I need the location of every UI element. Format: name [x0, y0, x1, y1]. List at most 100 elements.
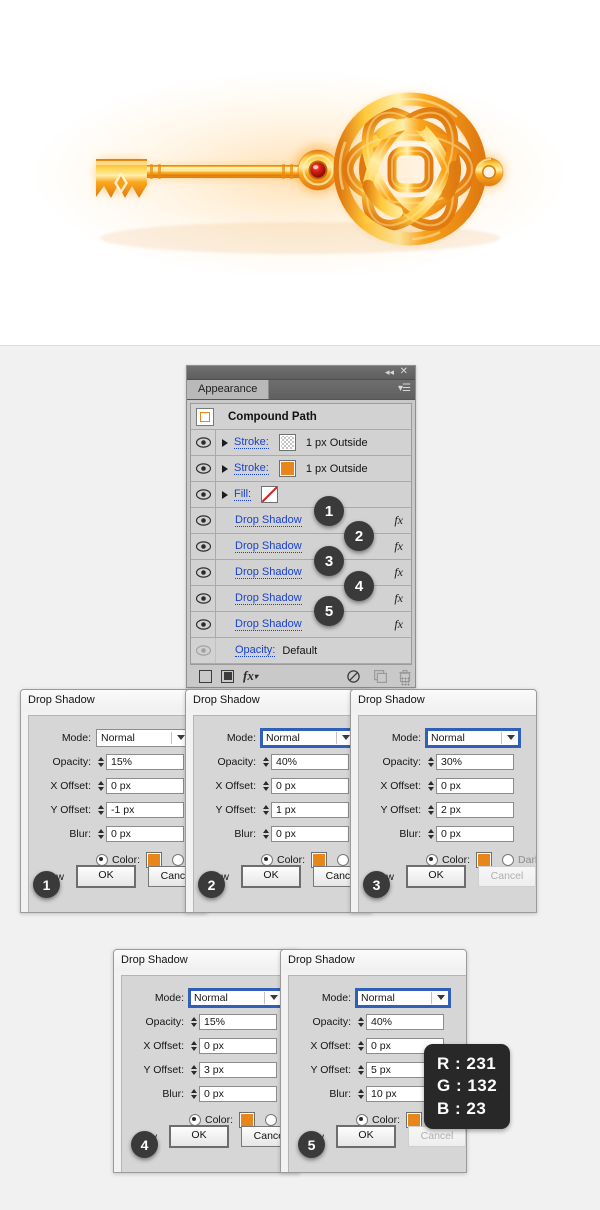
- blend-mode-select[interactable]: Normal: [355, 988, 451, 1008]
- visibility-toggle-icon[interactable]: [191, 456, 216, 481]
- close-panel-icon[interactable]: ✕: [400, 366, 408, 377]
- add-new-stroke-icon[interactable]: [199, 669, 212, 683]
- x-offset-input[interactable]: 0 px: [436, 778, 514, 794]
- effect-link-label[interactable]: Drop Shadow: [235, 540, 302, 553]
- x-offset-stepper[interactable]: [261, 778, 271, 794]
- blur-input[interactable]: 0 px: [106, 826, 184, 842]
- appearance-row-stroke-1[interactable]: Stroke: 1 px Outside: [191, 430, 411, 456]
- effect-link-label[interactable]: Drop Shadow: [235, 618, 302, 631]
- opacity-stepper[interactable]: [189, 1014, 199, 1030]
- expand-triangle-icon[interactable]: [216, 464, 234, 473]
- visibility-toggle-icon[interactable]: [191, 638, 216, 663]
- appearance-row-opacity[interactable]: Opacity: Default: [191, 638, 411, 664]
- x-offset-stepper[interactable]: [426, 778, 436, 794]
- ok-button[interactable]: OK: [406, 865, 466, 888]
- resize-grip[interactable]: [401, 677, 410, 686]
- opacity-input[interactable]: 40%: [271, 754, 349, 770]
- blend-mode-select[interactable]: Normal: [188, 988, 284, 1008]
- blur-stepper[interactable]: [189, 1086, 199, 1102]
- stroke-gradient-swatch[interactable]: [278, 434, 296, 451]
- y-offset-stepper[interactable]: [356, 1062, 366, 1078]
- fill-none-swatch[interactable]: [261, 486, 279, 503]
- visibility-toggle-icon[interactable]: [191, 534, 216, 559]
- fx-options-icon[interactable]: fx: [394, 617, 403, 632]
- appearance-row-drop-shadow-2[interactable]: Drop Shadow fx: [191, 534, 411, 560]
- appearance-row-drop-shadow-4[interactable]: Drop Shadow fx: [191, 586, 411, 612]
- y-offset-input[interactable]: 3 px: [199, 1062, 277, 1078]
- visibility-toggle-icon[interactable]: [191, 612, 216, 637]
- appearance-row-stroke-2[interactable]: Stroke: 1 px Outside: [191, 456, 411, 482]
- blur-input[interactable]: 0 px: [271, 826, 349, 842]
- add-new-fill-icon[interactable]: [221, 669, 234, 683]
- appearance-row-drop-shadow-5[interactable]: Drop Shadow fx: [191, 612, 411, 638]
- blur-input[interactable]: 0 px: [199, 1086, 277, 1102]
- blend-mode-select[interactable]: Normal: [260, 728, 356, 748]
- y-offset-stepper[interactable]: [96, 802, 106, 818]
- visibility-toggle-icon[interactable]: [191, 560, 216, 585]
- blur-stepper[interactable]: [261, 826, 271, 842]
- x-offset-stepper[interactable]: [356, 1038, 366, 1054]
- y-offset-input[interactable]: -1 px: [106, 802, 184, 818]
- collapse-panel-icon[interactable]: ◂◂: [385, 367, 394, 378]
- appearance-row-drop-shadow-3[interactable]: Drop Shadow fx: [191, 560, 411, 586]
- add-new-effect-icon[interactable]: fx ▾: [243, 668, 258, 684]
- x-offset-stepper[interactable]: [96, 778, 106, 794]
- blur-stepper[interactable]: [426, 826, 436, 842]
- opacity-stepper[interactable]: [356, 1014, 366, 1030]
- y-offset-stepper[interactable]: [189, 1062, 199, 1078]
- blend-mode-select[interactable]: Normal: [96, 729, 190, 747]
- stroke-link-label[interactable]: Stroke:: [234, 462, 269, 475]
- duplicate-item-icon[interactable]: [374, 669, 387, 683]
- ok-button[interactable]: OK: [241, 865, 301, 888]
- cancel-button[interactable]: Cancel: [478, 866, 536, 887]
- effect-link-label[interactable]: Drop Shadow: [235, 514, 302, 527]
- opacity-link-label[interactable]: Opacity:: [235, 644, 276, 657]
- x-offset-input[interactable]: 0 px: [106, 778, 184, 794]
- fx-options-icon[interactable]: fx: [394, 513, 403, 528]
- tab-appearance[interactable]: Appearance: [187, 380, 270, 399]
- opacity-input[interactable]: 40%: [366, 1014, 444, 1030]
- appearance-object-row[interactable]: Compound Path: [191, 404, 411, 430]
- visibility-toggle-icon[interactable]: [191, 586, 216, 611]
- stroke-link-label[interactable]: Stroke:: [234, 436, 269, 449]
- opacity-input[interactable]: 30%: [436, 754, 514, 770]
- appearance-row-fill[interactable]: Fill:: [191, 482, 411, 508]
- expand-triangle-icon[interactable]: [216, 438, 234, 447]
- y-offset-input[interactable]: 2 px: [436, 802, 514, 818]
- opacity-input[interactable]: 15%: [106, 754, 184, 770]
- stroke-color-swatch[interactable]: [278, 460, 296, 477]
- panel-menu-icon[interactable]: ▾☰: [398, 383, 411, 395]
- x-offset-input[interactable]: 0 px: [271, 778, 349, 794]
- blur-label: Blur:: [234, 828, 256, 840]
- step-badge-1: 1: [314, 496, 344, 526]
- x-offset-input[interactable]: 0 px: [199, 1038, 277, 1054]
- visibility-toggle-icon[interactable]: [191, 508, 216, 533]
- blur-stepper[interactable]: [356, 1086, 366, 1102]
- expand-triangle-icon[interactable]: [216, 490, 234, 499]
- effect-link-label[interactable]: Drop Shadow: [235, 566, 302, 579]
- opacity-stepper[interactable]: [426, 754, 436, 770]
- blend-mode-select[interactable]: Normal: [425, 728, 521, 748]
- x-offset-stepper[interactable]: [189, 1038, 199, 1054]
- fx-options-icon[interactable]: fx: [394, 539, 403, 554]
- y-offset-stepper[interactable]: [261, 802, 271, 818]
- opacity-input[interactable]: 15%: [199, 1014, 277, 1030]
- effect-link-label[interactable]: Drop Shadow: [235, 592, 302, 605]
- cancel-button[interactable]: Cancel: [408, 1126, 466, 1147]
- visibility-toggle-icon[interactable]: [191, 430, 216, 455]
- opacity-stepper[interactable]: [261, 754, 271, 770]
- fill-link-label[interactable]: Fill:: [234, 488, 252, 501]
- opacity-stepper[interactable]: [96, 754, 106, 770]
- blur-input[interactable]: 0 px: [436, 826, 514, 842]
- ok-button[interactable]: OK: [76, 865, 136, 888]
- blur-stepper[interactable]: [96, 826, 106, 842]
- appearance-row-drop-shadow-1[interactable]: Drop Shadow fx: [191, 508, 411, 534]
- fx-options-icon[interactable]: fx: [394, 591, 403, 606]
- visibility-toggle-icon[interactable]: [191, 482, 216, 507]
- ok-button[interactable]: OK: [169, 1125, 229, 1148]
- fx-options-icon[interactable]: fx: [394, 565, 403, 580]
- y-offset-stepper[interactable]: [426, 802, 436, 818]
- y-offset-input[interactable]: 1 px: [271, 802, 349, 818]
- clear-appearance-icon[interactable]: [347, 669, 360, 683]
- ok-button[interactable]: OK: [336, 1125, 396, 1148]
